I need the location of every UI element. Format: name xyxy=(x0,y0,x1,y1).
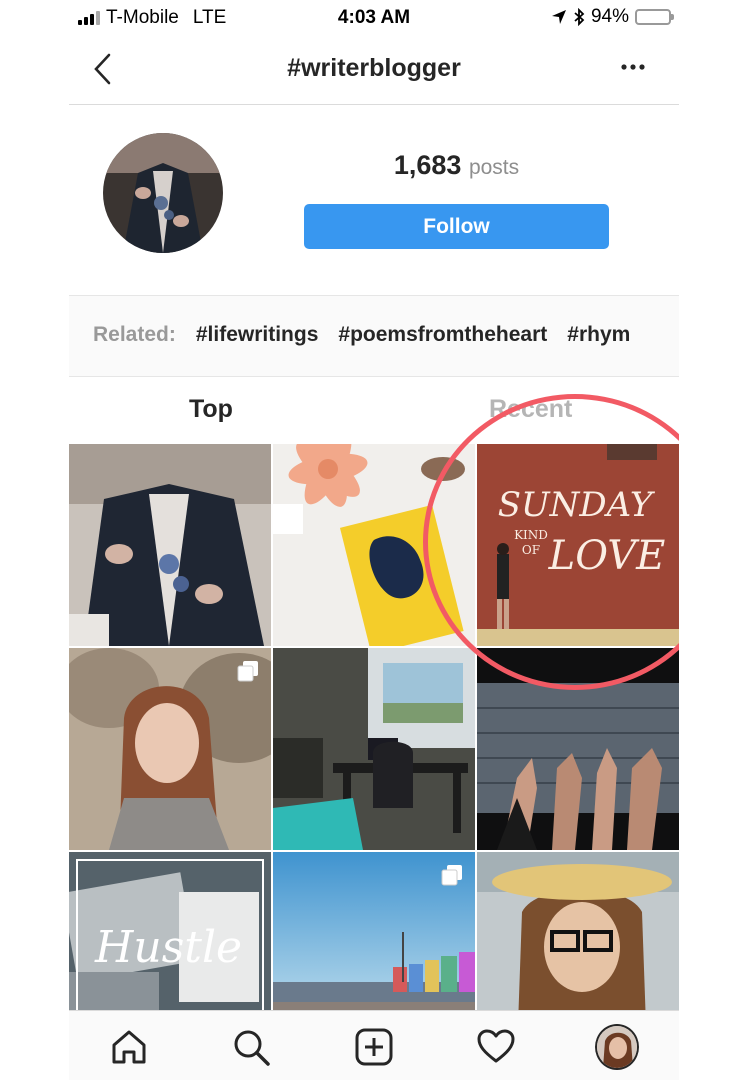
post-sunday-kind-of-love[interactable]: SUNDAY KIND OF LOVE xyxy=(477,444,679,646)
nav-bar: #writerblogger xyxy=(69,34,679,105)
feed-tabs: Top Recent xyxy=(69,376,679,444)
related-hashtags-bar: Related: #lifewritings #poemsfromthehear… xyxy=(69,295,679,377)
battery-percent: 94% xyxy=(590,6,629,27)
page-title: #writerblogger xyxy=(287,54,461,82)
related-tag[interactable]: #rhym xyxy=(567,323,630,347)
tab-recent[interactable]: Recent xyxy=(489,395,572,424)
multiple-photos-icon xyxy=(237,661,258,682)
home-icon xyxy=(112,1030,146,1064)
post-count-number: 1,683 xyxy=(393,150,462,180)
post-jacket-flowers[interactable] xyxy=(69,444,271,646)
post-book-flower[interactable] xyxy=(273,444,475,646)
hashtag-avatar xyxy=(103,133,223,253)
profile-tab[interactable] xyxy=(595,1024,639,1070)
battery-icon xyxy=(635,9,674,25)
related-tag[interactable]: #lifewritings xyxy=(196,323,319,347)
new-post-tab[interactable] xyxy=(352,1025,396,1069)
related-tag[interactable]: #poemsfromtheheart xyxy=(338,323,547,347)
post-hands-letters[interactable] xyxy=(477,648,679,850)
location-arrow-icon xyxy=(551,10,566,24)
post-count: 1,683 posts xyxy=(304,150,609,181)
app-screen: T-Mobile LTE 4:03 AM 94% #writerblogger xyxy=(69,0,679,1080)
post-caption-hustle: Hustle xyxy=(95,922,243,973)
mural-text-kind: KIND xyxy=(514,528,548,542)
bluetooth-icon xyxy=(574,8,585,26)
activity-tab[interactable] xyxy=(474,1025,518,1069)
search-tab[interactable] xyxy=(229,1025,273,1069)
mural-text-love: LOVE xyxy=(548,533,666,579)
hashtag-header: 1,683 posts Follow xyxy=(69,105,679,295)
tab-top[interactable]: Top xyxy=(189,395,233,424)
status-bar: T-Mobile LTE 4:03 AM 94% xyxy=(69,0,679,34)
search-icon xyxy=(234,1030,270,1066)
profile-avatar xyxy=(595,1024,639,1070)
post-count-label: posts xyxy=(468,156,520,179)
multiple-photos-icon xyxy=(441,865,462,886)
home-tab[interactable] xyxy=(107,1025,151,1069)
related-label: Related: xyxy=(93,323,176,346)
mural-text-sunday: SUNDAY xyxy=(498,485,656,525)
bottom-tab-bar xyxy=(69,1010,679,1080)
follow-button[interactable]: Follow xyxy=(304,204,609,249)
post-selfie-rocks[interactable] xyxy=(69,648,271,850)
add-post-icon xyxy=(355,1028,393,1066)
activity-heart-icon xyxy=(477,1029,515,1063)
mural-text-of: OF xyxy=(522,543,540,557)
more-options-icon[interactable] xyxy=(621,62,645,72)
post-desk-room[interactable] xyxy=(273,648,475,850)
